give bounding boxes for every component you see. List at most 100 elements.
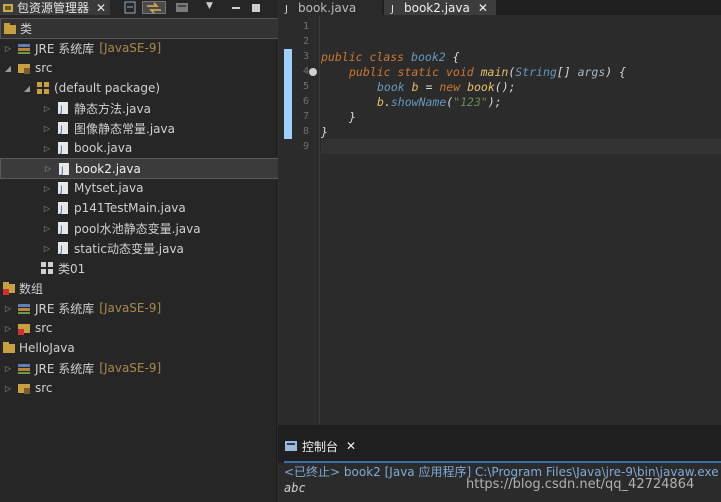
project-icon xyxy=(3,22,17,36)
code-line-6: b.showName("123"); xyxy=(377,95,502,109)
line-number: 3 xyxy=(302,51,309,62)
chevron-right-icon[interactable]: ▷ xyxy=(42,224,52,233)
watermark: https://blog.csdn.net/qq_42724864 xyxy=(466,477,695,492)
line-number: 7 xyxy=(302,111,309,122)
minimize-icon[interactable] xyxy=(230,1,242,14)
tree-item-package[interactable]: 类01 xyxy=(0,258,277,278)
package-icon xyxy=(40,261,54,275)
svg-text:J: J xyxy=(59,245,63,255)
editor-tabbar: J book.java J book2.java ✕ xyxy=(278,0,721,15)
chevron-right-icon[interactable]: ▷ xyxy=(42,104,52,113)
svg-text:J: J xyxy=(59,205,63,215)
tree-item-default-package[interactable]: ◢ (default package) xyxy=(0,78,277,98)
close-icon[interactable]: ✕ xyxy=(478,1,488,15)
package-explorer-tabbar: 包资源管理器 ✕ ▼ xyxy=(0,0,277,15)
package-icon xyxy=(36,81,50,95)
chevron-right-icon[interactable]: ▷ xyxy=(3,304,13,313)
chevron-right-icon[interactable]: ▷ xyxy=(3,364,13,373)
line-number: 5 xyxy=(302,81,309,92)
svg-text:J: J xyxy=(59,185,63,195)
collapse-all-button[interactable] xyxy=(122,1,138,14)
tree-item-src[interactable]: ▷ src xyxy=(0,318,277,338)
code-line-5: book b = new book(); xyxy=(377,80,516,94)
fold-icon[interactable] xyxy=(309,68,317,76)
chevron-right-icon[interactable]: ▷ xyxy=(42,124,52,133)
package-explorer-tab[interactable]: 包资源管理器 ✕ xyxy=(0,0,111,15)
java-file-icon: J xyxy=(390,1,400,15)
package-explorer-title: 包资源管理器 xyxy=(17,1,90,15)
console-output[interactable]: <已终止> book2 [Java 应用程序] C:\Program Files… xyxy=(278,463,721,502)
package-tree: 类 ▷ JRE 系统库 [JavaSE-9] ◢ src ◢ (default … xyxy=(0,17,279,407)
source-folder-icon xyxy=(17,61,31,75)
chevron-right-icon[interactable]: ▷ xyxy=(42,184,52,193)
code-line-8: } xyxy=(321,125,328,139)
chevron-right-icon[interactable]: ▷ xyxy=(3,324,13,333)
chevron-down-icon[interactable]: ◢ xyxy=(22,84,32,93)
tree-item-library[interactable]: ▷ JRE 系统库 [JavaSE-9] xyxy=(0,298,277,318)
java-file-icon: J xyxy=(284,1,294,15)
tree-item-project[interactable]: HelloJava xyxy=(0,338,277,358)
source-folder-icon xyxy=(17,321,31,335)
chevron-right-icon[interactable]: ▷ xyxy=(43,164,53,173)
console-output-text: abc xyxy=(284,481,306,495)
console-tabbar: 控制台 ✕ xyxy=(278,425,721,463)
source-folder-icon xyxy=(17,381,31,395)
library-icon xyxy=(17,361,31,375)
chevron-down-icon[interactable]: ▼ xyxy=(206,1,220,14)
view-menu-icon[interactable] xyxy=(172,1,194,14)
tree-item-project[interactable]: 类 xyxy=(0,18,279,39)
chevron-right-icon[interactable]: ▷ xyxy=(3,384,13,393)
current-line-highlight xyxy=(321,139,721,154)
line-number: 6 xyxy=(302,96,309,107)
chevron-right-icon[interactable]: ▷ xyxy=(42,204,52,213)
java-file-icon: J xyxy=(56,241,70,255)
chevron-down-icon[interactable]: ◢ xyxy=(3,64,13,73)
tree-item-java-file[interactable]: ▷ J Mytset.java xyxy=(0,178,277,198)
svg-text:J: J xyxy=(59,225,63,235)
project-icon xyxy=(2,341,16,355)
chevron-right-icon[interactable]: ▷ xyxy=(42,144,52,153)
tree-item-java-file[interactable]: ▷ J pool水池静态变量.java xyxy=(0,218,277,238)
java-file-icon: J xyxy=(56,121,70,135)
package-explorer-icon xyxy=(2,2,14,14)
svg-text:J: J xyxy=(59,125,63,135)
tree-item-library[interactable]: ▷ JRE 系统库 [JavaSE-9] xyxy=(0,38,277,58)
code-line-4: public static void main(String[] args) { xyxy=(349,65,627,79)
maximize-icon[interactable] xyxy=(250,1,262,14)
line-number: 8 xyxy=(302,126,309,137)
tab-book-java[interactable]: J book.java xyxy=(278,0,382,15)
tree-item-java-file[interactable]: ▷ J 静态方法.java xyxy=(0,98,277,118)
chevron-right-icon[interactable]: ▷ xyxy=(42,244,52,253)
tree-item-library[interactable]: ▷ JRE 系统库 [JavaSE-9] xyxy=(0,358,277,378)
close-icon[interactable]: ✕ xyxy=(96,1,106,15)
tree-item-java-file[interactable]: ▷ J static动态变量.java xyxy=(0,238,277,258)
change-marker xyxy=(284,49,292,139)
tree-item-java-file[interactable]: ▷ J p141TestMain.java xyxy=(0,198,277,218)
library-icon xyxy=(17,301,31,315)
svg-text:J: J xyxy=(60,166,64,176)
tab-console[interactable]: 控制台 ✕ xyxy=(278,435,363,457)
java-file-icon: J xyxy=(56,221,70,235)
editor-gutter xyxy=(278,15,296,425)
tree-item-java-file[interactable]: ▷ J 图像静态常量.java xyxy=(0,118,277,138)
svg-text:J: J xyxy=(59,105,63,115)
java-file-icon: J xyxy=(57,162,71,176)
line-numbers: 1 2 3 4 5 6 7 8 9 xyxy=(296,15,320,425)
tree-item-java-file-selected[interactable]: ▷ J book2.java xyxy=(0,158,279,179)
chevron-right-icon[interactable]: ▷ xyxy=(3,44,13,53)
java-file-icon: J xyxy=(56,201,70,215)
java-file-icon: J xyxy=(56,101,70,115)
console-icon xyxy=(284,439,298,453)
link-with-editor-button[interactable] xyxy=(142,1,166,14)
close-icon[interactable]: ✕ xyxy=(346,439,356,453)
svg-text:J: J xyxy=(390,4,394,15)
line-number: 1 xyxy=(302,21,309,32)
code-editor[interactable]: public class book2 { public static void … xyxy=(321,15,721,425)
tree-item-java-file[interactable]: ▷ J book.java xyxy=(0,138,277,158)
project-error-icon xyxy=(2,281,16,295)
tab-book2-java[interactable]: J book2.java ✕ xyxy=(384,0,496,15)
tree-item-src[interactable]: ◢ src xyxy=(0,58,277,78)
tree-item-project[interactable]: 数组 xyxy=(0,278,277,298)
tree-item-src[interactable]: ▷ src xyxy=(0,378,277,398)
svg-text:J: J xyxy=(59,145,63,155)
